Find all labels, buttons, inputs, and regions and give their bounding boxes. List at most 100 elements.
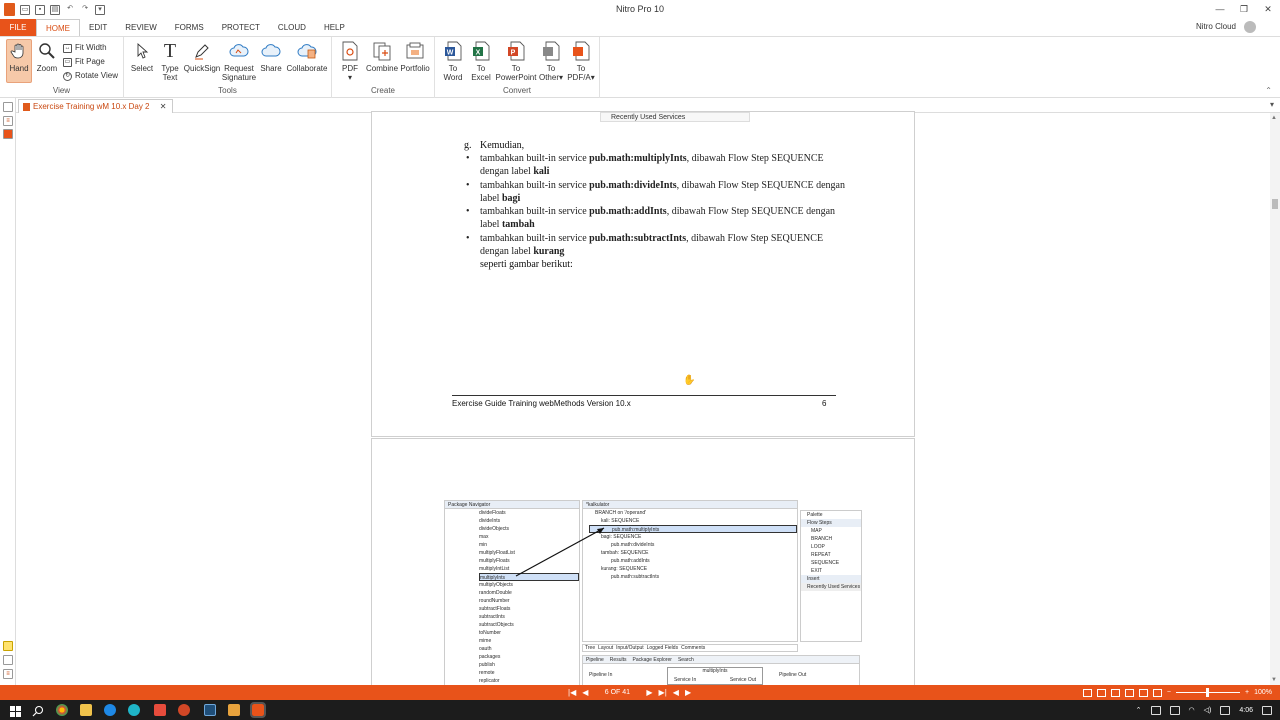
app-icon[interactable] [104,704,116,716]
split-view-icon[interactable] [1152,688,1162,697]
flow-editor-pane: *kalkulator BRANCH on '/operand' kali: SE… [582,500,798,642]
pages-panel-icon[interactable] [3,102,13,112]
nitro-pro-window: ▭ ▪ ▤ ↶ ↷ ▾ Nitro Pro 10 — ❐ ✕ FILE HOME… [0,0,1280,720]
collaborate-button[interactable]: Collaborate [286,40,328,73]
to-word-button[interactable]: W To Word [440,40,466,82]
last-page-icon[interactable]: ▶| [659,688,667,697]
previous-page-icon[interactable]: ◀ [582,688,588,697]
to-other-button[interactable]: To Other▾ [537,40,565,82]
zoom-in-icon[interactable]: + [1245,689,1249,696]
close-icon[interactable]: ✕ [1256,0,1280,19]
facing-continuous-view-icon[interactable] [1124,688,1134,697]
tray-app-icon[interactable] [1150,705,1161,715]
collapse-ribbon-icon[interactable]: ⌃ [1265,86,1272,95]
customize-icon[interactable]: ▾ [95,4,105,15]
bookmarks-panel-icon[interactable]: ≡ [3,116,13,126]
request-signature-button[interactable]: Request Signature [222,40,256,82]
output-panel-icon[interactable] [3,655,13,665]
tab-protect[interactable]: PROTECT [213,19,269,36]
tab-home[interactable]: HOME [36,19,80,36]
restore-icon[interactable]: ❐ [1232,0,1256,19]
single-page-view-icon[interactable] [1082,688,1092,697]
terminal-icon[interactable] [204,704,216,716]
type-text-button[interactable]: T Type Text [158,39,182,83]
package-item: publish [479,662,495,668]
tab-cloud[interactable]: CLOUD [269,19,315,36]
comments-panel-icon[interactable] [3,641,13,651]
to-powerpoint-button[interactable]: P To PowerPoint [495,40,537,82]
save-icon[interactable]: ▪ [35,4,45,15]
page-indicator[interactable]: 6 OF 41 [594,689,640,696]
tab-forms[interactable]: FORMS [166,19,213,36]
close-tab-icon[interactable]: ✕ [160,102,167,111]
next-page-icon[interactable]: ▶ [646,688,652,697]
windows-taskbar: ⌃ ◠ ◁) 4:06 [0,700,1280,720]
document-viewport[interactable]: Recently Used Services g. Kemudian, • ta… [17,111,1270,700]
windows-start-icon[interactable] [10,704,21,717]
zoom-button[interactable]: Zoom [36,40,58,73]
facing-view-icon[interactable] [1110,688,1120,697]
vertical-scrollbar[interactable]: ▲ ▼ [1270,113,1280,685]
tray-overflow-icon[interactable]: ⌃ [1136,706,1142,714]
hand-button[interactable]: Hand [6,39,32,83]
request-signature-cloud-icon [228,40,250,62]
package-item: multiplyObjects [479,582,513,588]
tab-file[interactable]: FILE [0,19,36,36]
continuous-view-icon[interactable] [1096,688,1106,697]
attachments-panel-icon[interactable] [3,129,13,139]
chrome-icon[interactable] [56,704,68,716]
avatar[interactable] [1244,21,1256,33]
volume-icon[interactable]: ◁) [1204,706,1212,714]
previous-view-icon[interactable]: ◀ [673,688,679,697]
select-button[interactable]: Select [130,40,154,73]
pdf-button[interactable]: PDF ▾ [338,40,362,82]
language-icon[interactable] [1220,705,1231,715]
minimize-icon[interactable]: — [1208,0,1232,19]
zoom-slider[interactable] [1176,688,1240,697]
edge-icon[interactable] [128,704,140,716]
tab-list-icon[interactable]: ▾ [1270,100,1274,109]
flow-step: pub.math:divideInts [611,542,655,548]
search-icon[interactable] [32,704,44,717]
zoom-level[interactable]: 100% [1254,689,1272,696]
undo-icon[interactable]: ↶ [65,5,75,15]
app-icon[interactable] [228,704,240,716]
zoom-out-icon[interactable]: − [1167,689,1171,696]
share-button[interactable]: Share [258,40,284,73]
tray-device-icon[interactable] [1169,705,1180,715]
tab-review[interactable]: REVIEW [116,19,166,36]
notifications-icon[interactable] [1262,705,1272,715]
tab-help[interactable]: HELP [315,19,354,36]
tab-edit[interactable]: EDIT [80,19,116,36]
nitro-cloud-link[interactable]: Nitro Cloud [1196,22,1236,31]
office-icon[interactable] [154,704,166,716]
fullscreen-view-icon[interactable] [1138,688,1148,697]
to-excel-button[interactable]: X To Excel [468,40,494,82]
fit-page-button[interactable]: ▭ Fit Page [63,55,118,69]
document-tab[interactable]: Exercise Training wM 10.x Day 2 ✕ [18,99,174,113]
type-text-icon: T [163,39,177,62]
scroll-thumb[interactable] [1272,199,1278,209]
clock[interactable]: 4:06 [1239,707,1253,714]
quicksign-button[interactable]: QuickSign [184,40,220,73]
properties-panel-icon[interactable]: ≡ [3,669,13,679]
scroll-up-icon[interactable]: ▲ [1271,115,1277,121]
package-item: randomDouble [479,590,512,596]
nitro-taskbar-icon[interactable] [250,702,266,718]
file-explorer-icon[interactable] [80,704,92,716]
first-page-icon[interactable]: |◀ [568,688,576,697]
redo-icon[interactable]: ↷ [80,5,90,15]
open-icon[interactable]: ▭ [20,4,30,15]
wifi-icon[interactable]: ◠ [1189,706,1195,714]
combine-button[interactable]: Combine [366,40,398,73]
portfolio-button[interactable]: Portfolio [398,40,432,73]
next-view-icon[interactable]: ▶ [685,688,691,697]
collaborate-icon [296,40,318,62]
to-pdfa-button[interactable]: To PDF/A▾ [566,40,596,82]
package-item: roundNumber [479,598,510,604]
powerpoint-taskbar-icon[interactable] [178,704,190,716]
rotate-view-button[interactable]: ↻ Rotate View [63,69,118,83]
scroll-down-icon[interactable]: ▼ [1271,677,1277,683]
print-icon[interactable]: ▤ [50,4,60,15]
fit-width-button[interactable]: ↔ Fit Width [63,41,118,55]
